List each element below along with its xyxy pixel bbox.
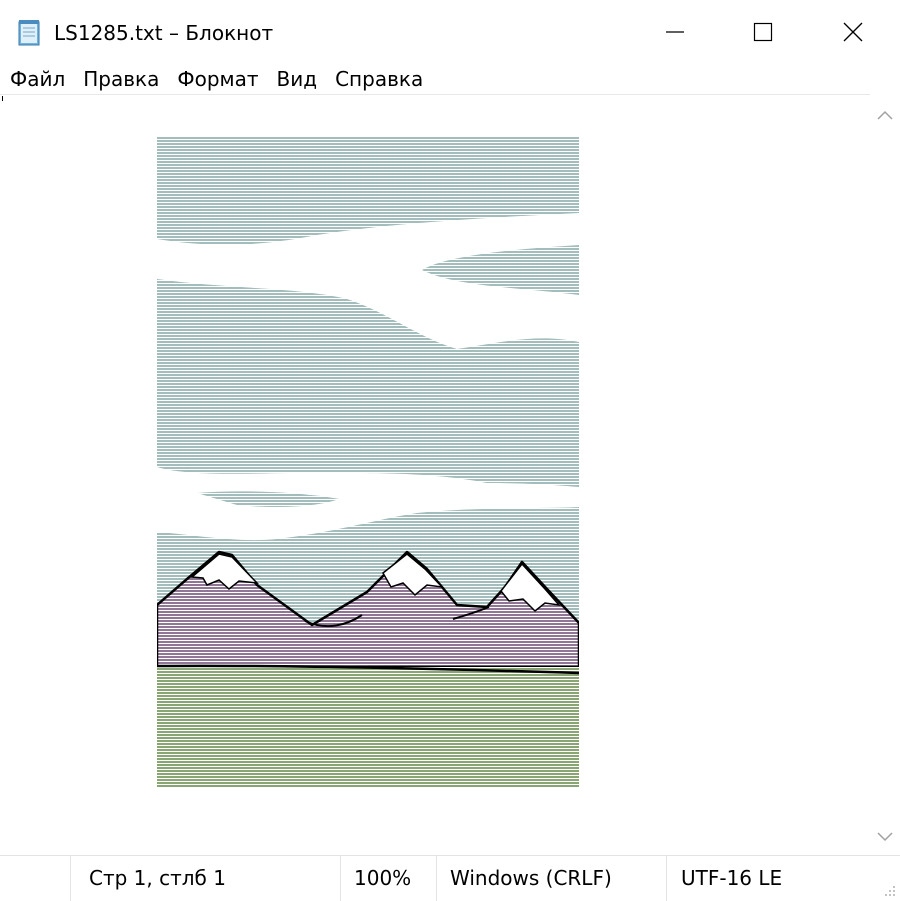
chevron-down-icon[interactable] [876, 830, 894, 844]
line-endings: Windows (CRLF) [450, 866, 612, 890]
title-bar[interactable]: LS1285.txt – Блокнот [0, 0, 900, 64]
status-divider [666, 856, 667, 901]
grass-area [157, 667, 579, 788]
menu-file[interactable]: Файл [0, 66, 74, 92]
encoding: UTF-16 LE [681, 866, 783, 890]
minimize-icon [666, 31, 684, 33]
maximize-button[interactable] [718, 0, 808, 64]
menu-help[interactable]: Справка [326, 66, 432, 92]
chevron-up-icon[interactable] [876, 108, 894, 122]
menu-edit[interactable]: Правка [74, 66, 168, 92]
maximize-icon [753, 22, 773, 42]
menu-bar: Файл Правка Формат Вид Справка [0, 64, 900, 94]
window-title: LS1285.txt – Блокнот [54, 21, 274, 45]
notepad-icon [18, 20, 40, 46]
notepad-window: LS1285.txt – Блокнот Файл Правка Формат … [0, 0, 900, 901]
zoom-level: 100% [354, 866, 412, 890]
text-caret [2, 96, 3, 101]
ascii-art-mountains [157, 137, 579, 788]
menu-format[interactable]: Формат [168, 66, 267, 92]
status-bar: Стр 1, стлб 1 100% Windows (CRLF) UTF-16… [0, 855, 900, 901]
close-icon [843, 22, 863, 42]
cursor-position: Стр 1, стлб 1 [89, 866, 226, 890]
close-button[interactable] [808, 0, 898, 64]
text-editor[interactable] [0, 94, 870, 855]
minimize-button[interactable] [630, 0, 720, 64]
menu-view[interactable]: Вид [268, 66, 327, 92]
resize-grip-icon[interactable] [882, 883, 896, 897]
status-divider [340, 856, 341, 901]
vertical-scrollbar[interactable] [870, 94, 900, 854]
status-divider [436, 856, 437, 901]
status-divider [70, 856, 71, 901]
